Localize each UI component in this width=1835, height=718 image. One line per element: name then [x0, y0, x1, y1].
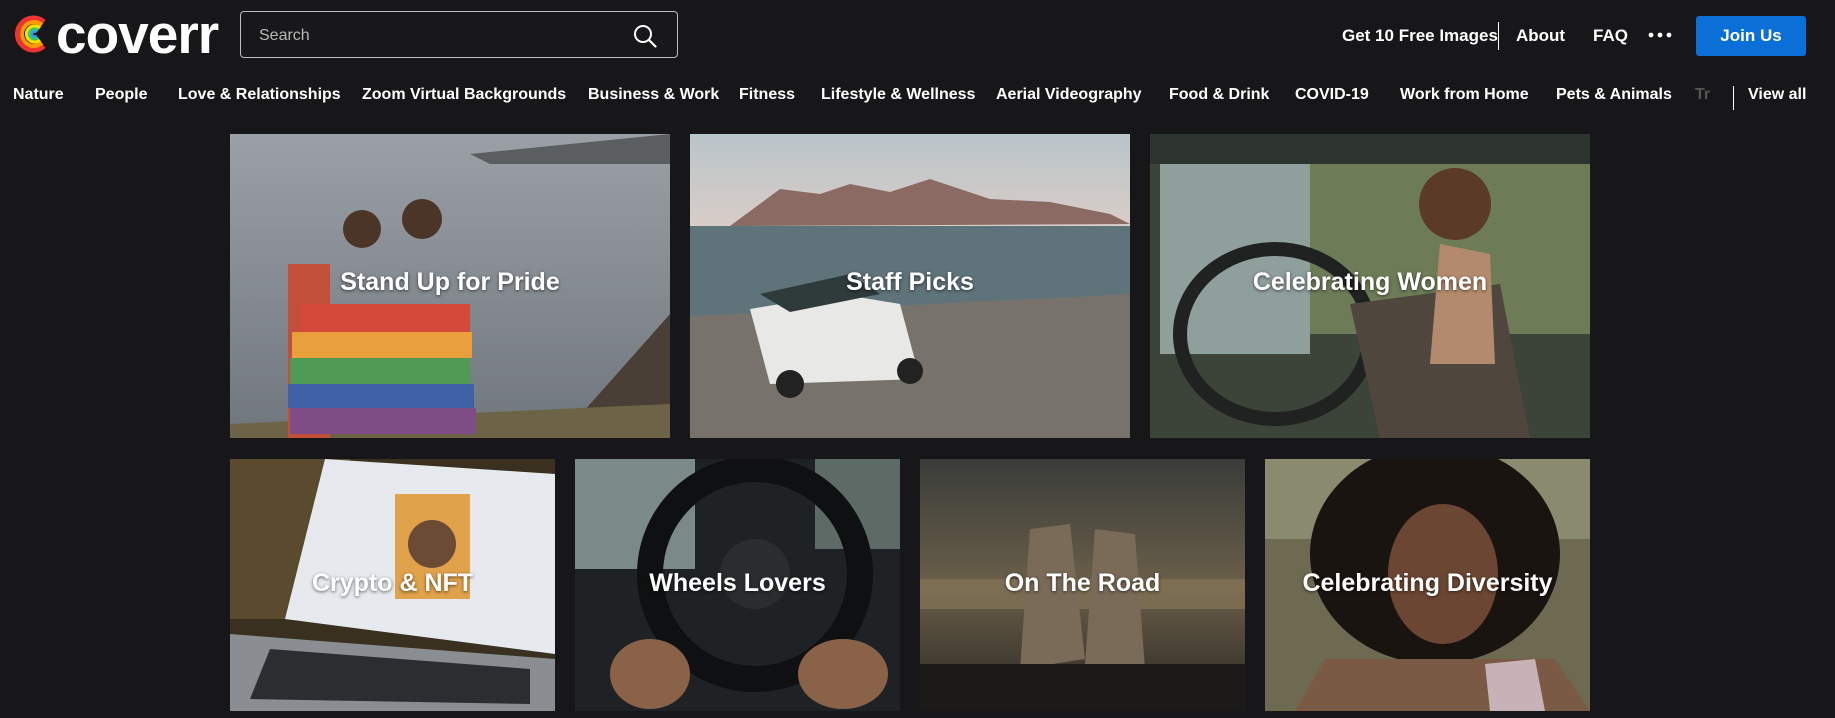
collection-title: Staff Picks: [846, 268, 974, 296]
view-all-link[interactable]: View all: [1748, 86, 1806, 104]
category-nav: Nature People Love & Relationships Zoom …: [0, 78, 1835, 118]
search-box[interactable]: [240, 11, 678, 59]
collection-card-crypto-nft[interactable]: Crypto & NFT: [230, 459, 555, 711]
category-food-drink[interactable]: Food & Drink: [1169, 86, 1269, 104]
category-love-relationships[interactable]: Love & Relationships: [178, 86, 341, 104]
category-people[interactable]: People: [95, 86, 147, 104]
collection-card-wheels-lovers[interactable]: Wheels Lovers: [575, 459, 900, 711]
collection-card-on-the-road[interactable]: On The Road: [920, 459, 1245, 711]
site-header: coverr Get 10 Free Images About FAQ Join…: [0, 0, 1835, 75]
category-covid-19[interactable]: COVID-19: [1295, 86, 1369, 104]
collection-card-celebrating-diversity[interactable]: Celebrating Diversity: [1265, 459, 1590, 711]
collection-title: On The Road: [1004, 569, 1161, 597]
logo[interactable]: coverr: [14, 6, 219, 61]
collection-card-celebrating-women[interactable]: Celebrating Women: [1150, 134, 1590, 438]
category-zoom-backgrounds[interactable]: Zoom Virtual Backgrounds: [362, 86, 566, 104]
category-pets-animals[interactable]: Pets & Animals: [1556, 86, 1672, 104]
get-free-images-link[interactable]: Get 10 Free Images: [1342, 26, 1498, 46]
search-icon[interactable]: [633, 24, 657, 48]
category-lifestyle-wellness[interactable]: Lifestyle & Wellness: [821, 86, 975, 104]
nav-divider: [1498, 22, 1499, 50]
collection-card-staff-picks[interactable]: Staff Picks: [690, 134, 1130, 438]
category-aerial-videography[interactable]: Aerial Videography: [996, 86, 1142, 104]
search-input[interactable]: [257, 12, 621, 59]
logo-text: coverr: [56, 2, 219, 65]
join-us-button[interactable]: Join Us: [1696, 16, 1806, 56]
category-fitness[interactable]: Fitness: [739, 86, 795, 104]
collection-title: Stand Up for Pride: [340, 268, 560, 296]
coverr-logo-icon: [14, 15, 46, 53]
category-divider: [1733, 86, 1734, 110]
faq-link[interactable]: FAQ: [1593, 26, 1628, 46]
about-link[interactable]: About: [1516, 26, 1565, 46]
collection-card-pride[interactable]: Stand Up for Pride: [230, 134, 670, 438]
category-truncated[interactable]: Tr: [1690, 78, 1730, 118]
more-menu-icon[interactable]: [1648, 28, 1672, 42]
collection-title: Wheels Lovers: [649, 569, 826, 597]
category-nature[interactable]: Nature: [13, 86, 64, 104]
collection-title: Celebrating Women: [1252, 268, 1488, 296]
collection-title: Celebrating Diversity: [1302, 569, 1553, 597]
collection-title: Crypto & NFT: [311, 569, 474, 597]
category-work-from-home[interactable]: Work from Home: [1400, 86, 1529, 104]
category-business-work[interactable]: Business & Work: [588, 86, 719, 104]
